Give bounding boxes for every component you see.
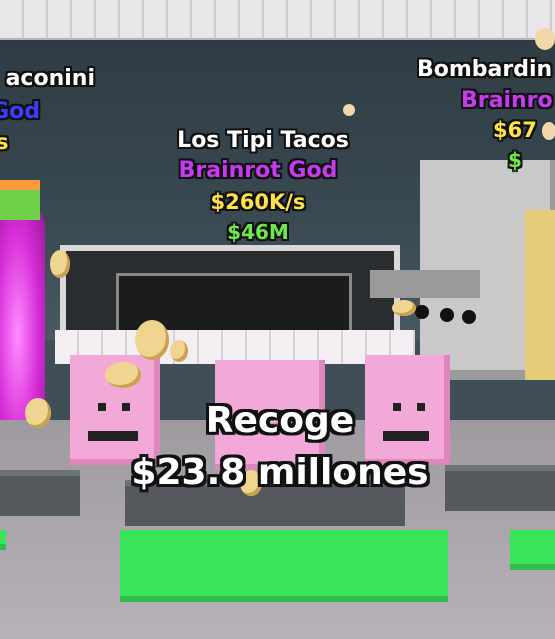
bombardino-rarity: Brainro xyxy=(461,88,553,113)
display-plinth-right xyxy=(445,465,555,511)
display-plinth-left xyxy=(0,470,80,516)
robot-wheel xyxy=(462,310,476,324)
robot-wheel xyxy=(440,308,454,322)
left-brainrot-rate: s xyxy=(0,130,9,154)
collect-pad[interactable] xyxy=(120,530,448,602)
flying-taco xyxy=(170,340,188,362)
bombardino-name: Bombardin xyxy=(417,57,553,82)
tipi-tacos-name: Los Tipi Tacos xyxy=(177,128,349,153)
bombardino-price: $ xyxy=(508,148,522,172)
flying-taco xyxy=(135,320,169,360)
leaf-hat xyxy=(0,180,40,220)
robot-wing xyxy=(370,270,480,298)
toast-character-model xyxy=(525,210,555,380)
collect-pad-right[interactable] xyxy=(510,530,555,570)
tipi-tacos-rarity: Brainrot God xyxy=(178,158,338,183)
flying-taco xyxy=(25,398,51,428)
tipi-tacos-price: $46M xyxy=(227,220,289,244)
floating-coin xyxy=(343,104,355,116)
collect-pad-left[interactable] xyxy=(0,530,6,550)
bombardino-rate: $67 xyxy=(493,118,537,142)
ceiling xyxy=(0,0,555,46)
floating-coin xyxy=(535,28,555,50)
flying-taco xyxy=(392,300,416,316)
flying-taco xyxy=(105,362,141,388)
tipi-tacos-rate: $260K/s xyxy=(210,190,306,214)
collect-amount: $23.8 millones xyxy=(131,452,429,493)
left-brainrot-name: aconini xyxy=(5,66,95,91)
flying-taco xyxy=(50,250,70,278)
collect-title: Recoge xyxy=(205,400,355,441)
robot-wheel xyxy=(415,305,429,319)
left-brainrot-rarity: God xyxy=(0,99,40,124)
